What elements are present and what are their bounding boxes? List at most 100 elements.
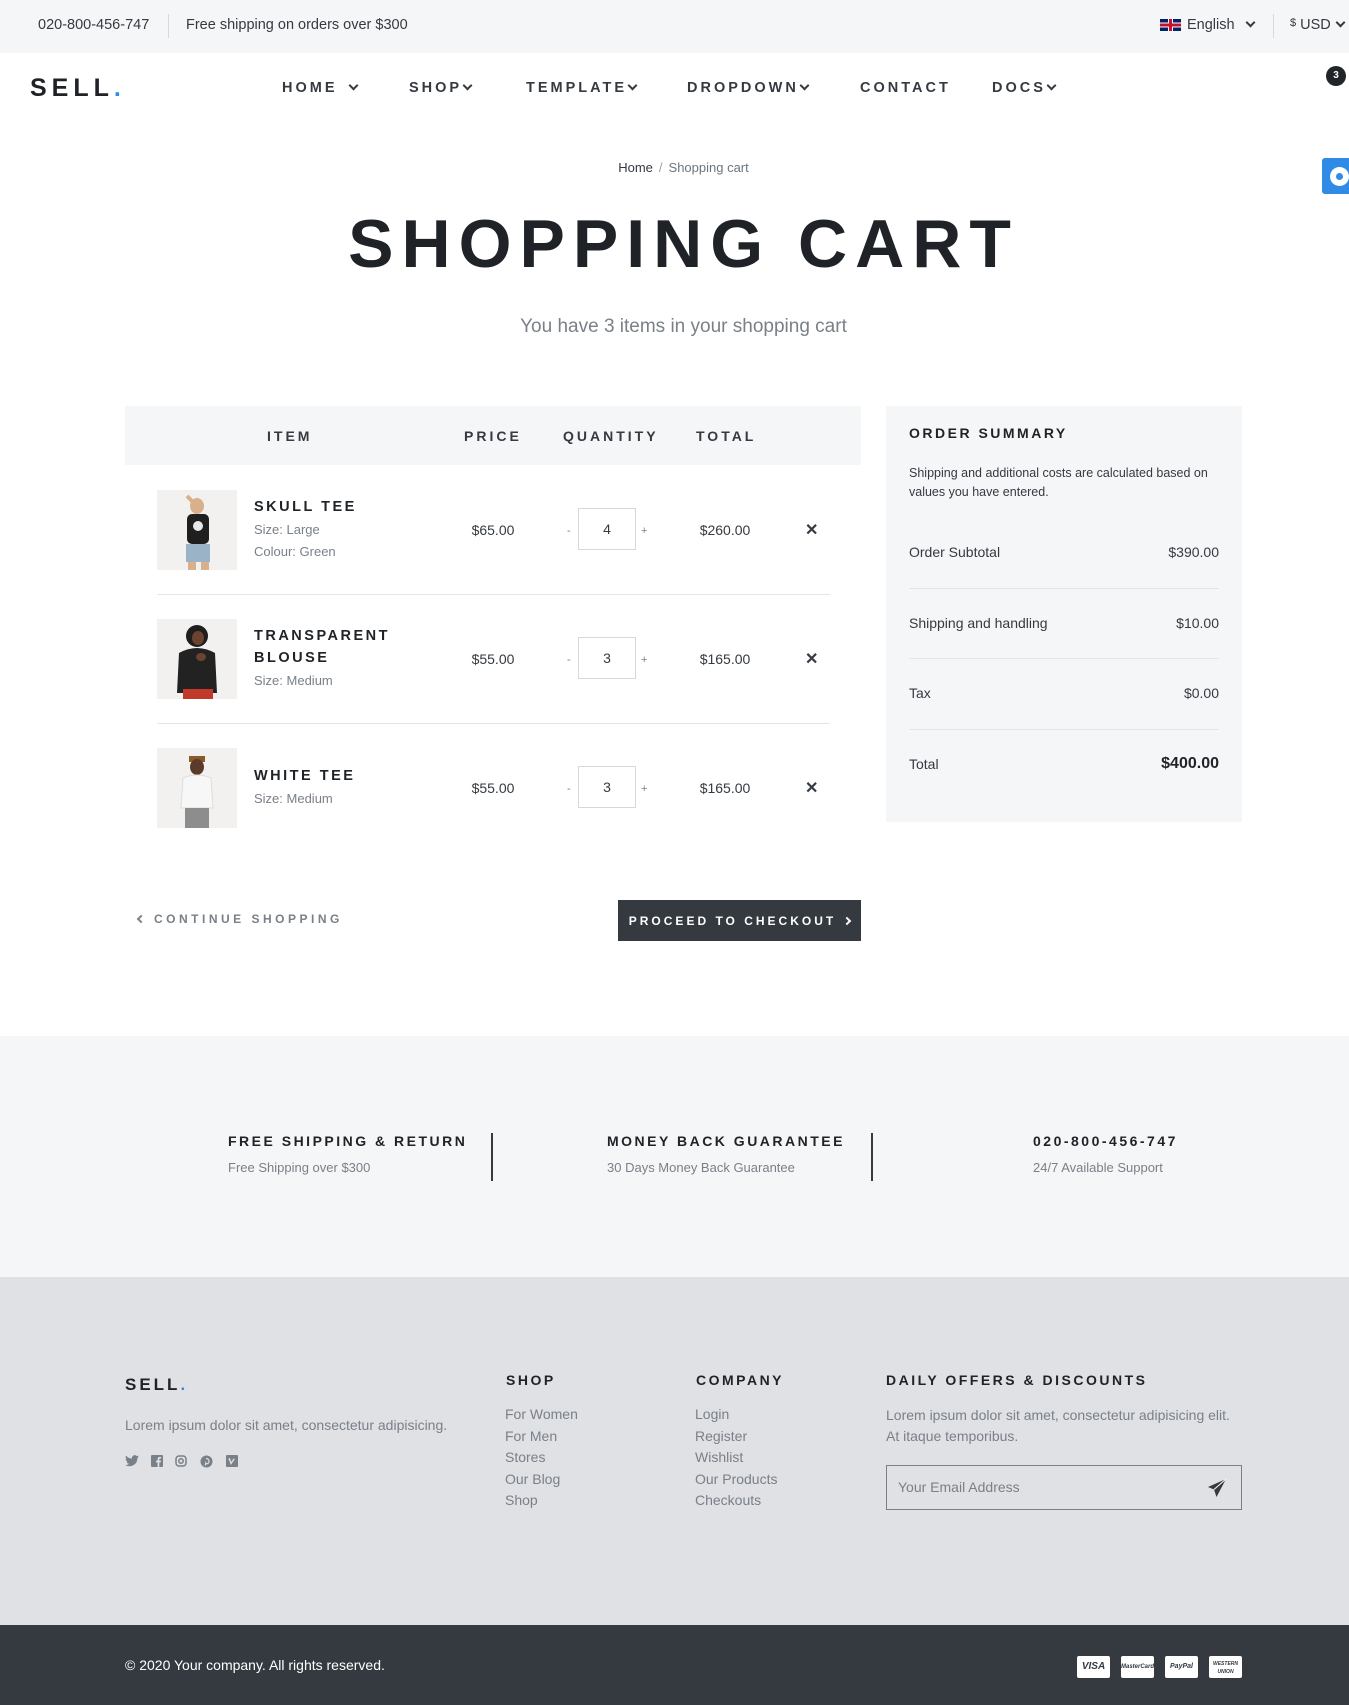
qty-decrement-button[interactable]: - [567,783,571,795]
footer-link[interactable]: Wishlist [695,1449,743,1465]
chevron-left-icon [136,914,146,924]
top-bar: 020-800-456-747 Free shipping on orders … [0,0,1349,53]
twitter-icon[interactable] [125,1455,139,1470]
topbar-divider [1273,14,1274,38]
flag-uk-icon [1160,19,1181,31]
qty-decrement-button[interactable]: - [567,654,571,666]
chevron-down-icon [348,80,358,90]
continue-shopping-link[interactable]: CONTINUE SHOPPING [136,912,343,926]
footer-offers-title: DAILY OFFERS & DISCOUNTS [886,1372,1148,1388]
footer-link[interactable]: Our Products [695,1471,777,1487]
feature-subtitle: 30 Days Money Back Guarantee [607,1160,795,1175]
breadcrumb: Home / Shopping cart [0,160,1349,175]
row-divider [157,723,830,724]
footer: SELL. Lorem ipsum dolor sit amet, consec… [0,1277,1349,1625]
column-price: PRICE [464,428,522,444]
feature-title: 020-800-456-747 [1033,1133,1178,1149]
paypal-icon: PayPal [1165,1656,1198,1678]
footer-link[interactable]: Login [695,1406,729,1422]
feature-divider [871,1133,873,1181]
nav-shop[interactable]: SHOP [409,80,473,96]
currency-symbol: $ [1290,17,1297,29]
quantity-input[interactable]: 4 [578,508,636,550]
bottom-bar: © 2020 Your company. All rights reserved… [0,1625,1349,1705]
product-name[interactable]: TRANSPARENT BLOUSE [254,625,390,669]
summary-divider [909,588,1219,589]
qty-decrement-button[interactable]: - [567,525,571,537]
topbar-divider [168,14,169,38]
footer-offers-text: At itaque temporibus. [886,1428,1019,1444]
product-image-skull-tee[interactable] [157,490,237,570]
feature-divider [491,1133,493,1181]
cart-count-badge[interactable]: 3 [1326,66,1346,86]
line-total: $165.00 [699,780,751,796]
quantity-input[interactable]: 3 [578,766,636,808]
topbar-phone: 020-800-456-747 [38,17,150,33]
footer-link[interactable]: Our Blog [505,1471,560,1487]
qty-increment-button[interactable]: + [641,525,647,537]
product-price: $65.00 [471,522,515,538]
column-quantity: QUANTITY [563,428,659,444]
product-colour: Colour: Green [254,544,336,559]
breadcrumb-separator: / [658,160,663,175]
chevron-down-icon [799,80,810,90]
product-image-white-tee[interactable] [157,748,237,828]
breadcrumb-home[interactable]: Home [618,160,653,175]
nav-docs[interactable]: DOCS [992,80,1057,96]
product-price: $55.00 [471,651,515,667]
footer-link[interactable]: Checkouts [695,1492,761,1508]
language-selector[interactable]: English [1160,17,1256,33]
qty-increment-button[interactable]: + [641,654,647,666]
nav-dropdown[interactable]: DROPDOWN [687,80,810,96]
quantity-input[interactable]: 3 [578,637,636,679]
currency-selector[interactable]: $ USD [1290,17,1346,33]
nav-home[interactable]: HOME [282,80,358,96]
subtotal-value: $390.00 [1168,544,1219,560]
product-name[interactable]: WHITE TEE [254,765,355,787]
visa-icon: VISA [1077,1656,1110,1678]
line-total: $165.00 [699,651,751,667]
proceed-to-checkout-button[interactable]: PROCEED TO CHECKOUT [618,900,861,941]
footer-link[interactable]: Register [695,1428,747,1444]
qty-increment-button[interactable]: + [641,783,647,795]
chevron-down-icon [1245,17,1256,27]
footer-company-title: COMPANY [696,1372,785,1388]
summary-divider [909,729,1219,730]
column-total: TOTAL [696,428,757,444]
pinterest-icon[interactable] [200,1455,213,1471]
main-nav: HOME SHOP TEMPLATE DROPDOWN CONTACT DOCS [0,80,1349,100]
vimeo-icon[interactable] [226,1455,238,1470]
footer-link[interactable]: Shop [505,1492,538,1508]
tax-value: $0.00 [1183,685,1219,701]
product-size: Size: Medium [254,673,333,688]
product-price: $55.00 [471,780,515,796]
send-icon[interactable] [1207,1478,1227,1503]
total-value: $400.00 [1161,755,1219,772]
summary-note: Shipping and additional costs are calcul… [909,466,1208,499]
product-image-transparent-blouse[interactable] [157,619,237,699]
chevron-down-icon [1335,17,1346,27]
footer-offers-text: Lorem ipsum dolor sit amet, consectetur … [886,1407,1230,1423]
features-strip: FREE SHIPPING & RETURN Free Shipping ove… [0,1036,1349,1277]
email-placeholder: Your Email Address [898,1479,1020,1495]
footer-logo[interactable]: SELL. [125,1375,188,1395]
order-summary: ORDER SUMMARY Shipping and additional co… [886,406,1242,822]
facebook-icon[interactable] [151,1455,163,1470]
close-icon[interactable]: ✕ [805,778,818,798]
footer-link[interactable]: For Women [505,1406,578,1422]
copyright-text: © 2020 Your company. All rights reserved… [125,1657,385,1673]
subtotal-label: Order Subtotal [909,544,1001,560]
close-icon[interactable]: ✕ [805,520,818,540]
instagram-icon[interactable] [175,1455,187,1470]
footer-link[interactable]: For Men [505,1428,557,1444]
product-size: Size: Large [254,522,320,537]
product-name[interactable]: SKULL TEE [254,496,357,518]
nav-template[interactable]: TEMPLATE [526,80,638,96]
chevron-down-icon [1046,80,1057,90]
feature-title: FREE SHIPPING & RETURN [228,1133,468,1149]
newsletter-email-field[interactable]: Your Email Address [886,1465,1242,1510]
footer-link[interactable]: Stores [505,1449,545,1465]
nav-contact[interactable]: CONTACT [860,80,951,96]
close-icon[interactable]: ✕ [805,649,818,669]
footer-shop-title: SHOP [506,1372,556,1388]
